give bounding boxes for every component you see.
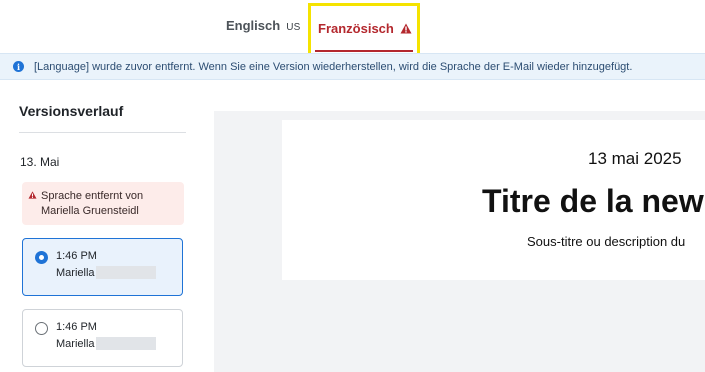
email-preview-card: 13 mai 2025 Titre de la new Sous-titre o… (282, 120, 705, 280)
info-banner-text: [Language] wurde zuvor entfernt. Wenn Si… (34, 60, 633, 73)
redacted-surname (96, 266, 156, 279)
date-heading: 13. Mai (20, 155, 60, 169)
warning-triangle-icon (400, 23, 412, 34)
redacted-surname (96, 337, 156, 350)
version-author: Mariella (56, 267, 95, 279)
version-radio-selected[interactable] (35, 251, 48, 264)
tab-french[interactable]: Französisch (308, 3, 420, 57)
sidebar-divider (19, 132, 186, 133)
active-tab-underline (315, 50, 413, 52)
version-radio[interactable] (35, 322, 48, 335)
preview-title: Titre de la new (482, 183, 704, 219)
preview-date: 13 mai 2025 (588, 149, 682, 168)
version-history-sidebar: Versionsverlauf 13. Mai Sprache entfernt… (0, 81, 200, 372)
version-time: 1:46 PM (56, 321, 97, 333)
tab-french-label: Französisch (318, 21, 394, 36)
email-preview-area: 13 mai 2025 Titre de la new Sous-titre o… (214, 111, 705, 372)
version-author: Mariella (56, 338, 95, 350)
version-item[interactable]: 1:46 PM Mariella (22, 238, 183, 296)
tab-english-label: Englisch (226, 18, 281, 33)
info-banner: i [Language] wurde zuvor entfernt. Wenn … (0, 53, 705, 80)
sidebar-title: Versionsverlauf (19, 103, 124, 119)
version-time: 1:46 PM (56, 250, 97, 262)
preview-subtitle: Sous-titre ou description du (527, 234, 686, 249)
tab-english[interactable]: Englisch US (226, 18, 300, 33)
warning-triangle-icon (28, 191, 37, 199)
notice-text: Sprache entfernt von Mariella Gruensteid… (41, 190, 144, 217)
language-removed-notice: Sprache entfernt von Mariella Gruensteid… (22, 182, 184, 225)
tab-english-region: US (286, 22, 301, 33)
language-tabs: Englisch US Französisch (0, 0, 705, 57)
version-item[interactable]: 1:46 PM Mariella (22, 309, 183, 367)
info-icon: i (13, 61, 24, 72)
